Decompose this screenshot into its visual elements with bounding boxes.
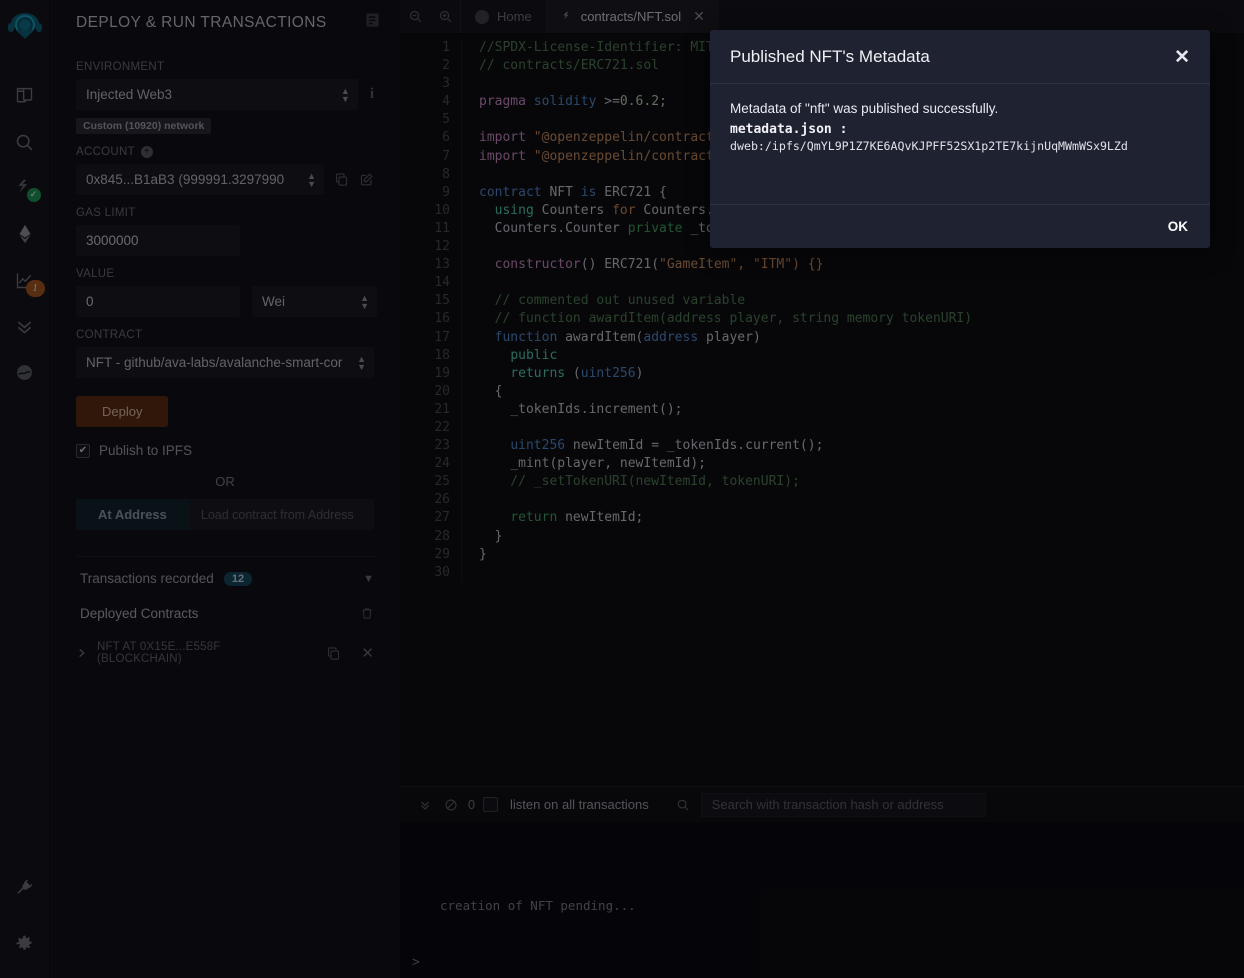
- modal-body: Metadata of "nft" was published successf…: [710, 84, 1210, 204]
- published-metadata-modal: Published NFT's Metadata ✕ Metadata of "…: [710, 30, 1210, 248]
- modal-ipfs-hash[interactable]: dweb:/ipfs/QmYL9P1Z7KE6AQvKJPFF52SX1p2TE…: [730, 139, 1190, 153]
- modal-message: Metadata of "nft" was published successf…: [730, 101, 1190, 116]
- modal-header: Published NFT's Metadata ✕: [710, 30, 1210, 84]
- modal-file-label: metadata.json :: [730, 122, 1190, 137]
- ok-button[interactable]: OK: [1168, 219, 1188, 234]
- close-icon[interactable]: ✕: [1174, 48, 1190, 67]
- modal-footer: OK: [710, 204, 1210, 248]
- modal-title: Published NFT's Metadata: [730, 47, 930, 67]
